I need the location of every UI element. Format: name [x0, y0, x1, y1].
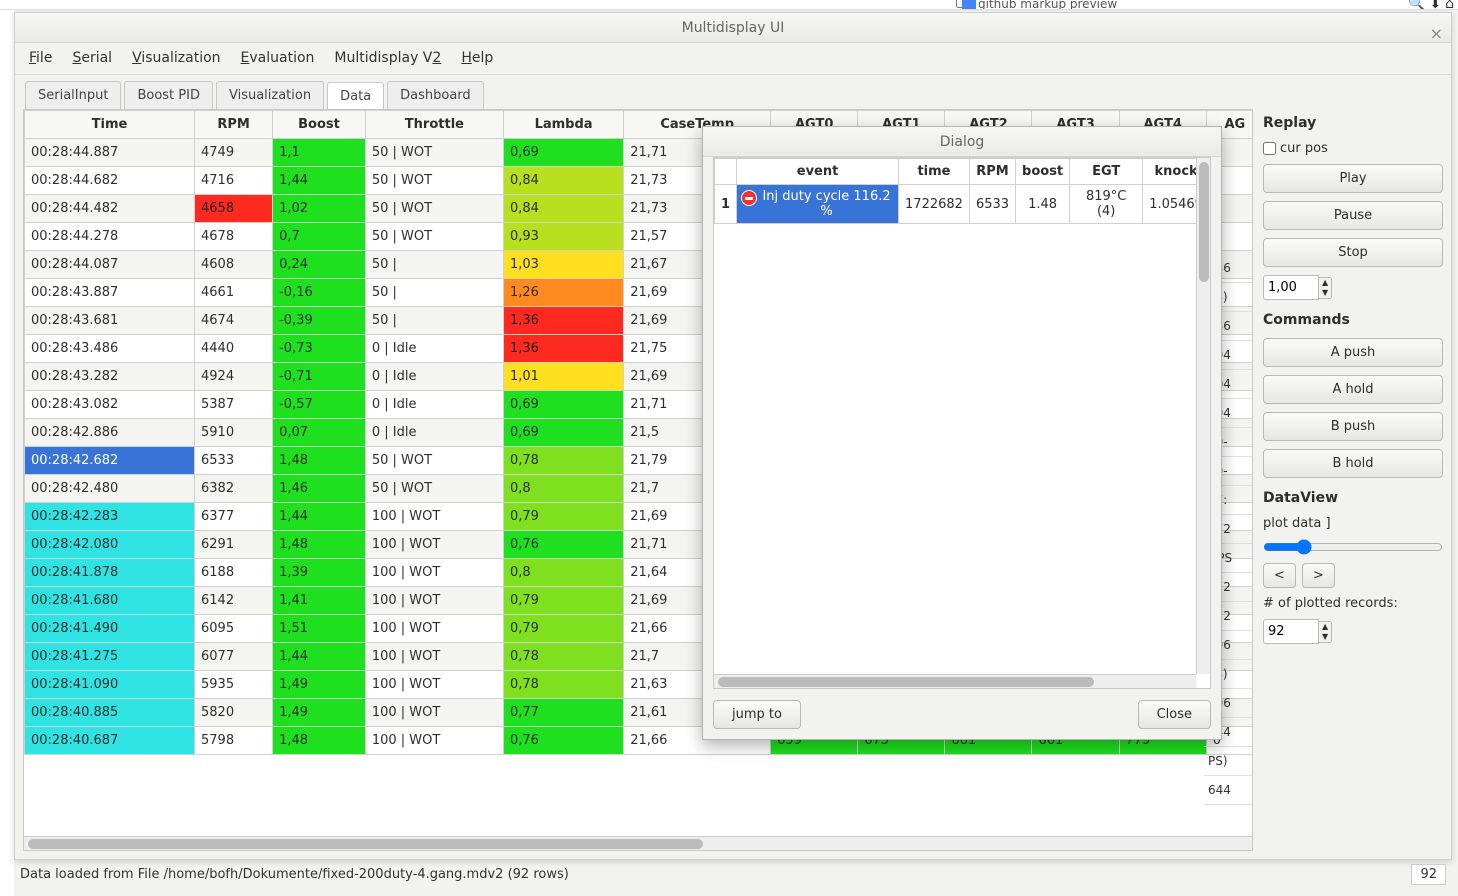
play-button[interactable]: Play	[1263, 164, 1443, 193]
spin-up-icon[interactable]: ▲	[1319, 622, 1331, 632]
a-push-button[interactable]: A push	[1263, 338, 1443, 367]
close-icon[interactable]: ×	[1430, 19, 1443, 49]
dataview-heading: DataView	[1263, 490, 1443, 506]
menu-serial[interactable]: Serial	[72, 50, 112, 74]
close-button[interactable]: Close	[1138, 700, 1211, 729]
next-button[interactable]: >	[1302, 563, 1335, 588]
event-dialog: Dialog eventtimeRPMboostEGTknock 1Inj du…	[702, 126, 1222, 740]
speed-spinner[interactable]: ▲▼	[1263, 275, 1443, 300]
stop-button[interactable]: Stop	[1263, 238, 1443, 267]
col-header[interactable]: Throttle	[365, 111, 503, 139]
tab-strip: SerialInput Boost PID Visualization Data…	[15, 75, 1451, 109]
dialog-table: eventtimeRPMboostEGTknock 1Inj duty cycl…	[714, 158, 1210, 224]
replay-heading: Replay	[1263, 115, 1443, 131]
a-hold-button[interactable]: A hold	[1263, 375, 1443, 404]
status-text: Data loaded from File /home/bofh/Dokumen…	[20, 867, 569, 882]
col-header[interactable]: RPM	[195, 111, 273, 139]
menu-multidisplay-v2[interactable]: Multidisplay V2	[334, 50, 441, 74]
forbidden-icon	[741, 190, 757, 206]
tab-dashboard[interactable]: Dashboard	[387, 81, 484, 109]
dialog-title: Dialog	[703, 127, 1221, 157]
tab-boostpid[interactable]: Boost PID	[124, 81, 213, 109]
google-icon	[962, 0, 976, 10]
tab-visualization[interactable]: Visualization	[216, 81, 324, 109]
plot-slider[interactable]	[1263, 539, 1443, 555]
window-titlebar: Multidisplay UI ×	[15, 13, 1451, 43]
records-input[interactable]	[1263, 619, 1319, 644]
spin-up-icon[interactable]: ▲	[1319, 278, 1331, 288]
col-header[interactable]: Lambda	[503, 111, 623, 139]
horizontal-scrollbar[interactable]	[24, 836, 1252, 850]
plot-data-label: plot data ]	[1263, 516, 1443, 531]
right-panel: Replay cur pos Play Pause Stop ▲▼ Comman…	[1263, 109, 1443, 851]
speed-input[interactable]	[1263, 275, 1319, 300]
spin-down-icon[interactable]: ▼	[1319, 632, 1331, 642]
tab-data[interactable]: Data	[327, 82, 384, 110]
col-header[interactable]: Time	[25, 111, 195, 139]
spin-down-icon[interactable]: ▼	[1319, 288, 1331, 298]
b-hold-button[interactable]: B hold	[1263, 449, 1443, 478]
status-count: 92	[1411, 864, 1446, 885]
dialog-vscrollbar[interactable]	[1196, 158, 1210, 674]
search-icon[interactable]: 🔍	[1408, 0, 1425, 10]
cur-pos-checkbox[interactable]: cur pos	[1263, 141, 1443, 156]
menu-help[interactable]: Help	[461, 50, 493, 74]
records-spinner[interactable]: ▲▼	[1263, 619, 1443, 644]
commands-heading: Commands	[1263, 312, 1443, 328]
menu-file[interactable]: File	[29, 50, 52, 74]
window-title: Multidisplay UI	[682, 20, 785, 36]
menu-visualization[interactable]: Visualization	[132, 50, 220, 74]
home-icon[interactable]: ⌂	[1445, 0, 1454, 10]
download-icon[interactable]: ⬇	[1430, 0, 1442, 10]
menu-bar: File Serial Visualization Evaluation Mul…	[15, 43, 1451, 75]
jump-to-button[interactable]: jump to	[713, 700, 801, 729]
tab-serialinput[interactable]: SerialInput	[25, 81, 121, 109]
dialog-hscrollbar[interactable]	[714, 674, 1196, 688]
records-label: # of plotted records:	[1263, 596, 1443, 611]
pause-button[interactable]: Pause	[1263, 201, 1443, 230]
col-header[interactable]: Boost	[273, 111, 366, 139]
browser-toolbar-fragment: github markup preview 🔍 ⬇ ⌂	[0, 0, 1458, 10]
b-push-button[interactable]: B push	[1263, 412, 1443, 441]
menu-evaluation[interactable]: Evaluation	[241, 50, 315, 74]
status-bar: Data loaded from File /home/bofh/Dokumen…	[14, 862, 1452, 886]
browser-search-text: github markup preview	[978, 0, 1117, 10]
prev-button[interactable]: <	[1263, 563, 1296, 588]
